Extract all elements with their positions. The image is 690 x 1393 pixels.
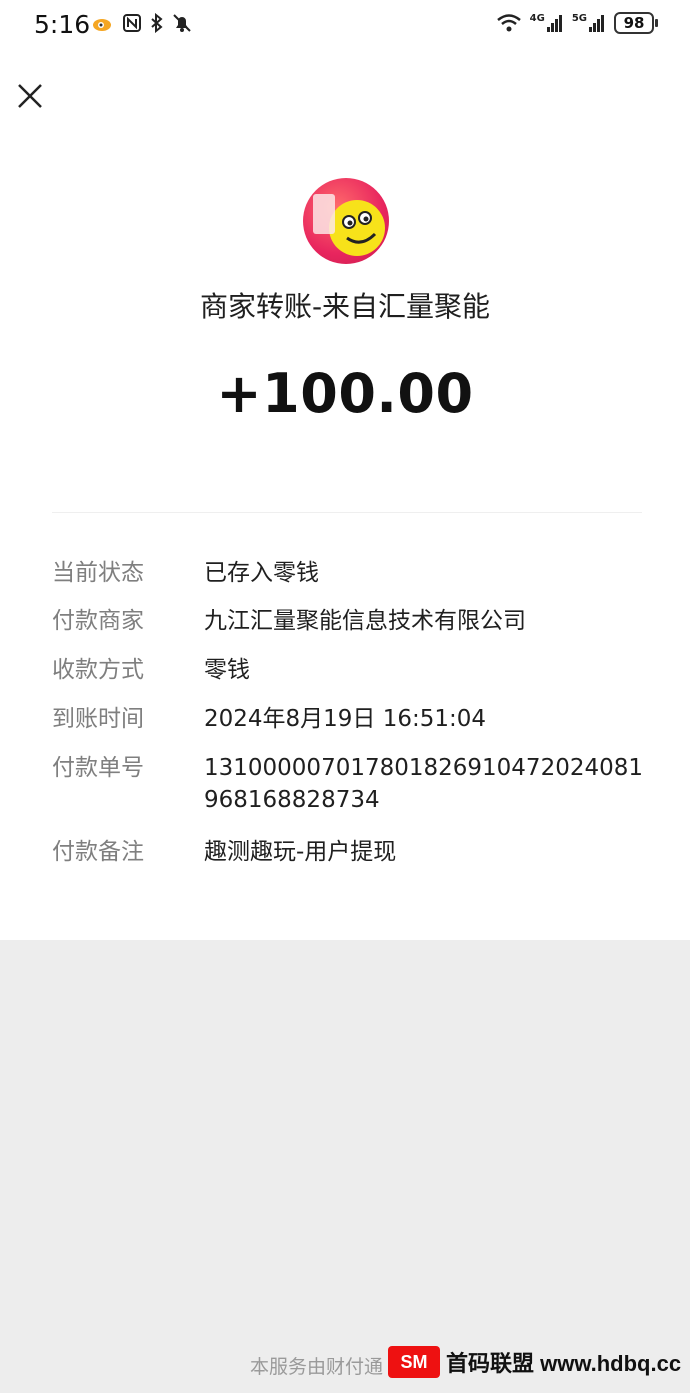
detail-value: 2024年8月19日 16:51:04: [204, 706, 487, 732]
wifi-icon: [496, 14, 521, 32]
watermark: SM 首码联盟 www.hdbq.cc: [388, 1346, 681, 1378]
watermark-text: 首码联盟 www.hdbq.cc: [446, 1351, 682, 1376]
detail-label: 收款方式: [52, 657, 144, 683]
signal-2: 5G: [572, 13, 606, 33]
signal-1: 4G: [530, 13, 564, 33]
detail-label: 付款备注: [52, 839, 144, 865]
merchant-title: 商家转账-来自汇量聚能: [199, 290, 491, 323]
divider: [52, 512, 642, 513]
signal-bars-icon: [546, 15, 562, 32]
status-left-icons: [92, 13, 192, 33]
nfc-icon: [123, 14, 141, 32]
watermark-logo: SM: [388, 1346, 440, 1378]
transfer-amount: +100.00: [216, 362, 474, 425]
service-footer-text: 本服务由财付通: [250, 1356, 384, 1378]
detail-value: 九江汇量聚能信息技术有限公司: [204, 608, 526, 634]
detail-value: 趣测趣玩-用户提现: [204, 839, 397, 865]
weibo-icon: [93, 19, 111, 31]
detail-value: 零钱: [204, 657, 250, 683]
mute-bell-icon: [173, 14, 191, 32]
bluetooth-icon: [151, 13, 163, 33]
detail-label: 当前状态: [52, 560, 144, 586]
detail-label: 付款商家: [52, 608, 144, 634]
net-label-2: 5G: [571, 13, 587, 24]
detail-value: 已存入零钱: [204, 560, 319, 586]
battery-indicator: 98: [614, 12, 658, 34]
smiley-logo-icon: [313, 194, 385, 256]
detail-label: 付款单号: [52, 755, 144, 781]
signal-bars-icon: [589, 15, 604, 32]
merchant-avatar: [303, 178, 389, 264]
net-label-1: 4G: [529, 13, 545, 24]
close-icon[interactable]: [14, 80, 46, 112]
detail-label: 到账时间: [52, 706, 144, 732]
status-bar: 5:16 4G 5G 98: [0, 0, 690, 50]
detail-value: 1310000070178018269104720240819681688287…: [204, 755, 643, 813]
status-time: 5:16: [34, 10, 91, 39]
status-right-icons: 4G 5G 98: [496, 12, 658, 34]
